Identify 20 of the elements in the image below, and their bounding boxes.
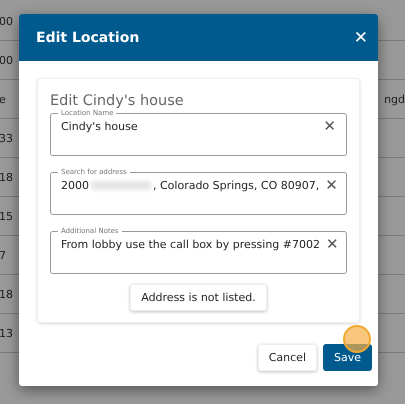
form-heading: Edit Cindy's house [50, 93, 185, 109]
table-cell: 00 [0, 54, 13, 66]
cancel-button[interactable]: Cancel [258, 344, 317, 371]
table-cell: 13 [0, 326, 13, 340]
table-cell: 18 [0, 288, 13, 300]
table-cell: 33 [0, 132, 13, 144]
field-value: Cindy's house [61, 120, 139, 132]
table-cell: 00 [0, 14, 13, 28]
table-cell: ngd [384, 92, 405, 106]
table-cell: 18 [0, 170, 13, 184]
table-cell: 7 [0, 248, 6, 262]
close-button[interactable]: ✕ [354, 28, 368, 48]
address-not-listed-button[interactable]: Address is not listed. [130, 284, 267, 311]
clear-button[interactable]: ✕ [320, 235, 345, 253]
clear-button[interactable]: ✕ [317, 117, 342, 135]
field-value: From lobby use the call box by pressing #7002 [61, 238, 320, 250]
field-value: 2000 , Colorado Springs, CO 80907, [61, 178, 320, 192]
dialog-title: Edit Location [36, 30, 140, 46]
clear-button[interactable]: ✕ [319, 176, 344, 194]
table-cell: 15 [0, 210, 13, 222]
